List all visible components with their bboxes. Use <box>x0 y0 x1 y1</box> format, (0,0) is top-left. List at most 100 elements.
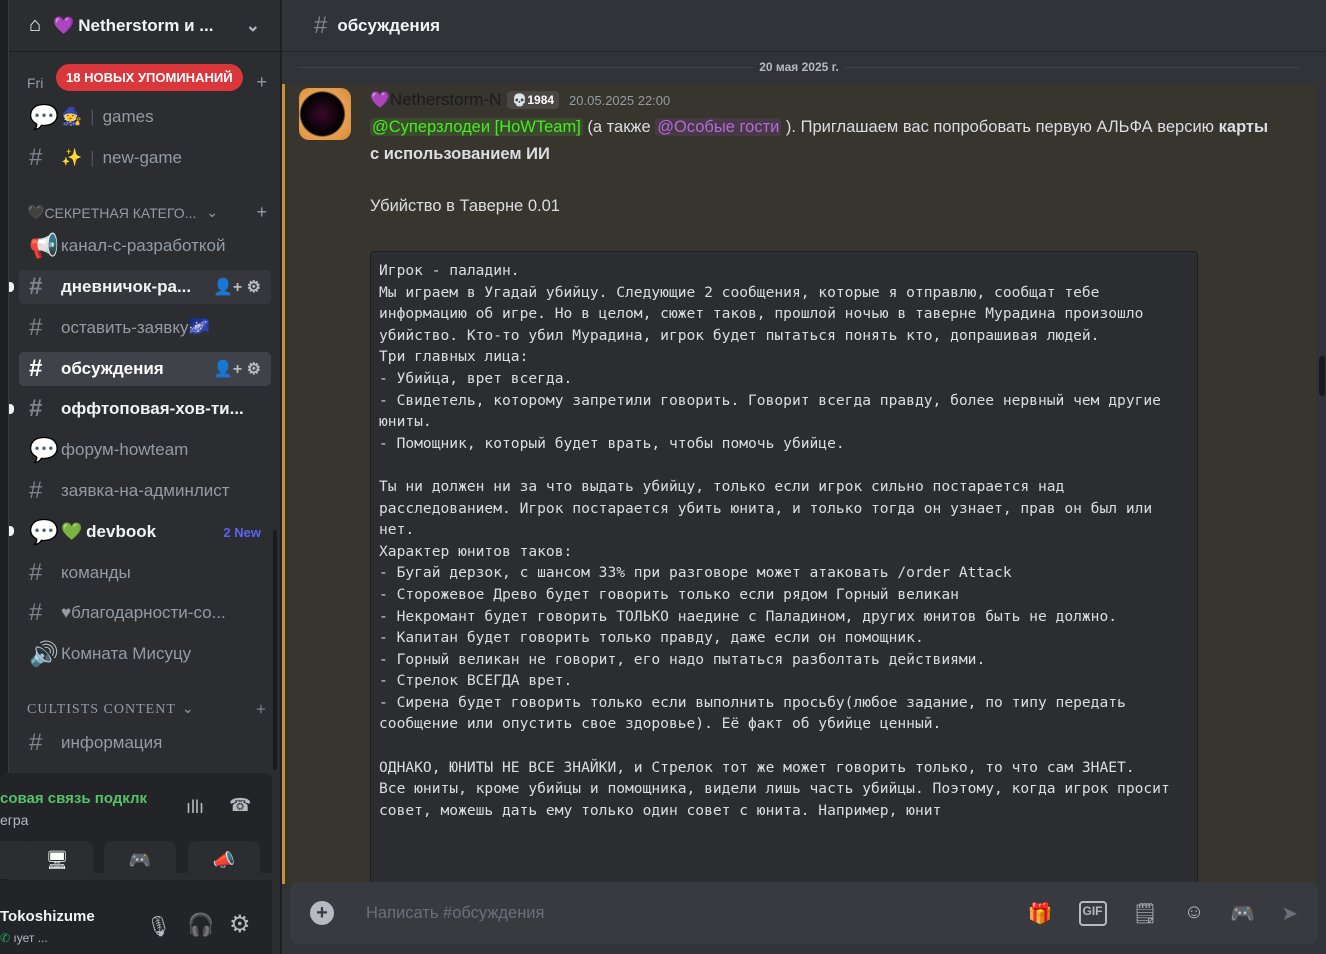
home-icon: ⌂ <box>29 14 42 36</box>
hash-icon: # <box>29 273 43 300</box>
role-mention[interactable]: @Суперзлодеи [HoWTeam] <box>370 118 583 136</box>
gamepad-icon[interactable]: 🎮 <box>1230 901 1255 926</box>
code-block: Игрок - паладин. Мы играем в Угадай убий… <box>370 251 1198 891</box>
channel-label: дневничок-ра... <box>61 277 192 296</box>
headphones-icon[interactable]: 🎧 <box>187 912 214 938</box>
date-text: 20 мая 2025 г. <box>753 60 845 74</box>
message-text: ). Приглашаем вас попробовать первую АЛЬ… <box>781 118 1219 136</box>
message-composer: + 🎁 GIF 🗒 ☺ 🎮 ➤ <box>290 882 1318 944</box>
channel-games[interactable]: 💬 🧙 | games <box>19 100 271 134</box>
category-label: СЕКРЕТНАЯ КАТЕГО... <box>44 204 197 221</box>
channel-emoji: 🌌 <box>188 318 210 337</box>
channel-emoji: 🧙 <box>61 107 83 126</box>
user-panel: Tokoshizume ✆ ıует ... 🎙 🎧 ⚙ <box>0 880 272 954</box>
emoji-icon[interactable]: ☺ <box>1184 901 1204 926</box>
channel-label: информация <box>61 733 163 752</box>
channel-obsuzhdeniya[interactable]: # обсуждения 👤+ ⚙ <box>19 352 271 386</box>
plus-icon[interactable]: + <box>256 202 267 223</box>
screenshare-button[interactable]: 🖥 <box>21 841 93 879</box>
unread-indicator <box>9 526 14 536</box>
channel-informatsiya[interactable]: # информация <box>19 726 271 760</box>
channel-emoji: ✨ <box>61 148 83 167</box>
invite-settings-icons[interactable]: 👤+ ⚙ <box>213 359 261 379</box>
skull-icon: 💀 <box>512 93 528 107</box>
username[interactable]: Tokoshizume <box>0 908 95 925</box>
channel-komnata-misutsu[interactable]: 🔊 Комната Мисуцу <box>19 637 271 671</box>
gif-icon[interactable]: GIF <box>1078 900 1107 926</box>
sidebar-scrollbar[interactable] <box>273 530 277 770</box>
send-icon[interactable]: ➤ <box>1281 901 1298 926</box>
soundboard-button[interactable]: 📣 <box>188 841 260 879</box>
guild-tag[interactable]: 💀1984 <box>507 91 560 109</box>
add-attachment-button[interactable]: + <box>310 901 334 925</box>
channel-title: обсуждения <box>337 15 441 35</box>
server-emoji: 💜 <box>53 15 75 35</box>
channel-blagodarnosti[interactable]: # ♥благодарности-со... <box>19 596 271 630</box>
user-status: ✆ ıует ... <box>0 931 48 945</box>
noise-suppression-icon[interactable]: ıllı <box>186 797 204 818</box>
channel-label: games <box>102 107 154 126</box>
channel-new-game[interactable]: # ✨ | new-game <box>19 141 271 175</box>
forum-icon: 💬 <box>29 518 59 546</box>
channel-zayavka-adminlist[interactable]: # заявка-на-админлист <box>19 474 271 508</box>
announcement-icon: 📢 <box>29 232 59 260</box>
unread-indicator <box>9 404 14 414</box>
voice-panel: совая связь подклк егра ıllı ☎ 🖥 🎮 📣 <box>0 773 272 879</box>
channel-label: обсуждения <box>61 359 164 378</box>
voice-channel[interactable]: егра <box>0 812 28 828</box>
heart-icon: 🖤 <box>27 204 45 220</box>
new-badge: 2 New <box>223 524 261 540</box>
category-secret[interactable]: 🖤 СЕКРЕТНАЯ КАТЕГО... ⌄ + <box>27 202 267 223</box>
disconnect-icon[interactable]: ☎ <box>229 795 251 816</box>
forum-icon: 💬 <box>29 436 59 464</box>
channel-label: devbook <box>86 522 157 541</box>
plus-icon[interactable]: + <box>256 699 267 720</box>
avatar[interactable] <box>299 88 351 140</box>
chevron-down-icon: ⌄ <box>181 702 195 717</box>
mic-icon[interactable]: 🎙 <box>146 914 171 939</box>
message-input[interactable] <box>366 903 986 923</box>
plus-icon[interactable]: + <box>256 72 267 93</box>
channel-label: ♥благодарности-со... <box>61 603 226 622</box>
hash-icon: # <box>29 355 43 382</box>
settings-icon[interactable]: ⚙ <box>229 910 251 939</box>
timestamp: 20.05.2025 22:00 <box>569 92 671 108</box>
chat-scrollbar[interactable] <box>1319 356 1325 396</box>
channel-label: new-game <box>102 148 182 167</box>
invite-settings-icons[interactable]: 👤+ ⚙ <box>213 277 261 297</box>
channel-ostavit-zayavku[interactable]: # оставить-заявку 🌌 <box>19 311 271 345</box>
message-text: (а также <box>582 118 656 136</box>
role-mention[interactable]: @Особые гости <box>655 118 782 136</box>
unread-indicator <box>9 282 14 292</box>
hash-icon: # <box>29 599 43 626</box>
message-content: @Суперзлодеи [HoWTeam] (а также @Особые … <box>370 114 1270 220</box>
channel-label: Комната Мисуцу <box>61 644 192 663</box>
channel-komandy[interactable]: # команды <box>19 556 271 590</box>
message-header: 💜 Netherstorm-N 💀1984 20.05.2025 22:00 <box>370 90 670 110</box>
author-name[interactable]: Netherstorm-N <box>390 90 501 110</box>
channel-offtop[interactable]: # оффтоповая-хов-ти... <box>19 392 271 426</box>
guild-tag-text: 1984 <box>527 93 555 107</box>
mentions-pill[interactable]: 18 НОВЫХ УПОМИНАНИЙ <box>56 64 243 91</box>
channel-label: канал-с-разработкой <box>61 236 226 255</box>
channel-dnevnichok[interactable]: # дневничок-ра... 👤+ ⚙ <box>19 270 271 304</box>
heart-icon: 💚 <box>61 522 83 541</box>
voice-icon: 🔊 <box>29 640 59 668</box>
forum-icon: 💬 <box>29 103 59 131</box>
hash-icon: # <box>29 144 43 171</box>
hash-icon: # <box>29 729 43 756</box>
sticker-icon[interactable]: 🗒 <box>1133 901 1158 926</box>
gift-icon[interactable]: 🎁 <box>1028 901 1053 926</box>
hash-icon: # <box>29 559 43 586</box>
server-header[interactable]: ⌂ 💜 Netherstorm и ... ⌄ <box>9 0 280 52</box>
category-cultists[interactable]: CULTISTS CONTENT ⌄ + <box>27 699 267 720</box>
hash-icon: # <box>29 477 43 504</box>
channel-forum-howteam[interactable]: 💬 форум-howteam <box>19 433 271 467</box>
channel-label: форум-howteam <box>61 440 189 459</box>
channel-label: оставить-заявку <box>61 318 189 337</box>
channel-kanal-s-razrabotkoy[interactable]: 📢 канал-с-разработкой <box>19 229 271 263</box>
category-label: Fri <box>27 74 44 91</box>
message-title: Убийство в Таверне 0.01 <box>370 197 560 215</box>
activities-button[interactable]: 🎮 <box>104 841 176 879</box>
channel-devbook[interactable]: 💬 💚 devbook 2 New <box>19 515 271 549</box>
